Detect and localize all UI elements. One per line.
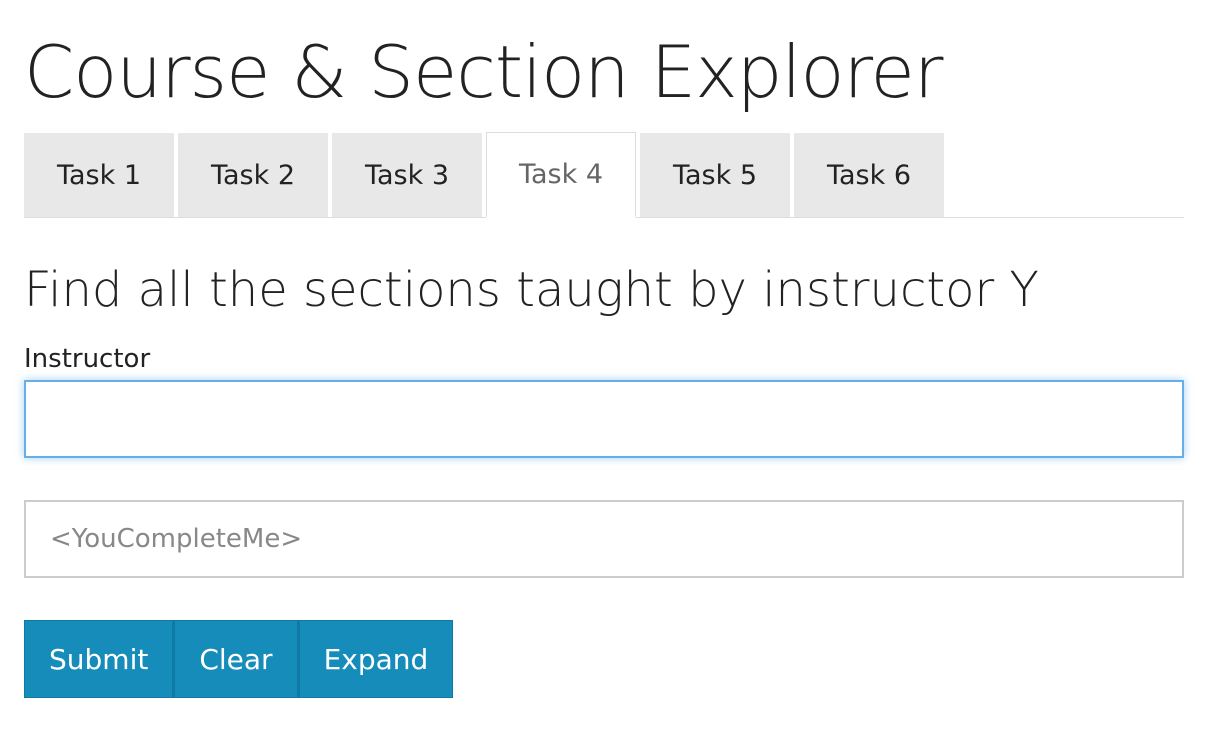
- tab-task-4[interactable]: Task 4: [486, 132, 636, 218]
- tab-task-2[interactable]: Task 2: [178, 133, 328, 217]
- task-tabs: Task 1 Task 2 Task 3 Task 4 Task 5 Task …: [24, 132, 1184, 218]
- instructor-input[interactable]: [24, 380, 1184, 458]
- submit-button[interactable]: Submit: [24, 620, 174, 698]
- page: Course & Section Explorer Task 1 Task 2 …: [0, 0, 1212, 746]
- expand-button[interactable]: Expand: [297, 620, 454, 698]
- tab-task-3[interactable]: Task 3: [332, 133, 482, 217]
- autocomplete-input[interactable]: [24, 500, 1184, 578]
- page-title: Course & Section Explorer: [24, 30, 943, 114]
- tab-task-1[interactable]: Task 1: [24, 133, 174, 217]
- task-heading: Find all the sections taught by instruct…: [24, 262, 1039, 318]
- instructor-label: Instructor: [24, 344, 151, 374]
- clear-button[interactable]: Clear: [173, 620, 298, 698]
- action-buttons: Submit Clear Expand: [24, 620, 454, 698]
- tab-task-5[interactable]: Task 5: [640, 133, 790, 217]
- tab-task-6[interactable]: Task 6: [794, 133, 944, 217]
